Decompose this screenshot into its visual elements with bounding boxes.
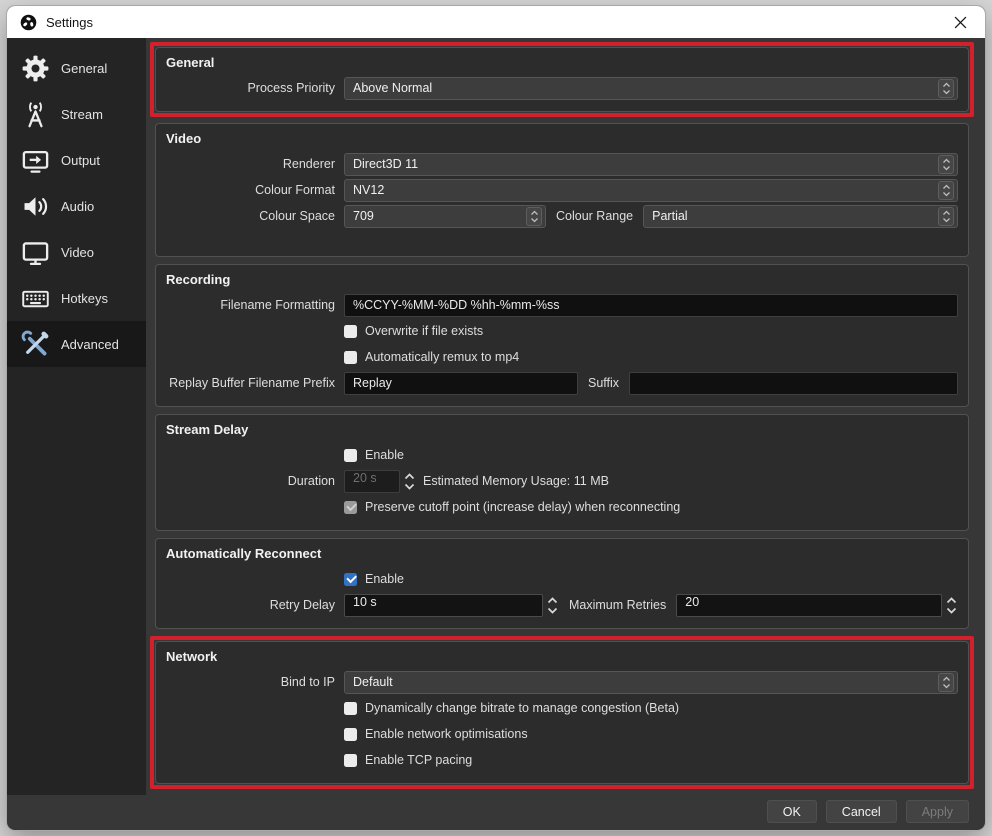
spinner-arrows-icon[interactable] — [945, 595, 958, 616]
max-retries-label: Maximum Retries — [559, 598, 676, 612]
remux-checkbox[interactable] — [344, 351, 357, 364]
tcp-pacing-label: Enable TCP pacing — [365, 753, 472, 767]
section-recording: Recording Filename Formatting Overwrite … — [155, 264, 969, 407]
section-network: Network Bind to IP Default — [155, 641, 969, 784]
replay-suffix-input[interactable] — [629, 372, 958, 395]
highlight-box-general: General Process Priority Above Normal — [150, 42, 974, 117]
sidebar-item-advanced[interactable]: Advanced — [7, 321, 146, 367]
max-retries-spinbox[interactable]: 20 — [676, 594, 942, 617]
broadcast-icon — [15, 99, 55, 130]
settings-panel: General Process Priority Above Normal — [146, 38, 985, 830]
dynamic-bitrate-checkbox[interactable] — [344, 702, 357, 715]
overwrite-checkbox[interactable] — [344, 325, 357, 338]
network-optimisations-checkbox[interactable] — [344, 728, 357, 741]
chevron-updown-icon[interactable] — [938, 155, 954, 174]
chevron-updown-icon[interactable] — [938, 673, 954, 692]
cancel-button[interactable]: Cancel — [826, 800, 897, 823]
spinner-arrows-icon[interactable] — [546, 595, 559, 616]
monitor-arrow-icon — [15, 145, 55, 176]
section-title-network: Network — [166, 649, 958, 664]
section-video: Video Renderer Direct3D 11 Colour Format — [155, 123, 969, 257]
colour-space-label: Colour Space — [166, 209, 344, 223]
renderer-select[interactable]: Direct3D 11 — [344, 153, 958, 176]
window-title: Settings — [46, 15, 943, 30]
filename-formatting-label: Filename Formatting — [166, 298, 344, 312]
stream-delay-enable-label: Enable — [365, 448, 404, 462]
ok-button[interactable]: OK — [767, 800, 817, 823]
obs-logo-icon — [20, 14, 37, 31]
colour-format-select[interactable]: NV12 — [344, 179, 958, 202]
preserve-cutoff-label: Preserve cutoff point (increase delay) w… — [365, 500, 680, 514]
replay-prefix-input[interactable] — [344, 372, 578, 395]
chevron-updown-icon[interactable] — [938, 181, 954, 200]
filename-formatting-input[interactable] — [344, 294, 958, 317]
tools-icon — [15, 329, 55, 360]
replay-suffix-label: Suffix — [578, 376, 629, 390]
section-title-stream-delay: Stream Delay — [166, 422, 958, 437]
close-icon[interactable] — [943, 9, 977, 35]
memory-usage-label: Estimated Memory Usage: 11 MB — [416, 474, 619, 488]
colour-range-label: Colour Range — [546, 209, 643, 223]
retry-delay-spinbox[interactable]: 10 s — [344, 594, 543, 617]
colour-range-select[interactable]: Partial — [643, 205, 958, 228]
settings-window: Settings — [7, 6, 985, 830]
section-title-recording: Recording — [166, 272, 958, 287]
retry-delay-label: Retry Delay — [166, 598, 344, 612]
remux-label: Automatically remux to mp4 — [365, 350, 519, 364]
spinner-arrows-icon — [403, 471, 416, 492]
sidebar-item-audio[interactable]: Audio — [7, 183, 146, 229]
chevron-updown-icon[interactable] — [526, 207, 542, 226]
sidebar-item-hotkeys[interactable]: Hotkeys — [7, 275, 146, 321]
section-general: General Process Priority Above Normal — [155, 47, 969, 112]
section-title-video: Video — [166, 131, 958, 146]
replay-prefix-label: Replay Buffer Filename Prefix — [166, 376, 344, 390]
duration-spinbox: 20 s — [344, 470, 400, 493]
sidebar-item-output[interactable]: Output — [7, 137, 146, 183]
reconnect-enable-checkbox[interactable] — [344, 573, 357, 586]
section-title-auto-reconnect: Automatically Reconnect — [166, 546, 958, 561]
process-priority-select[interactable]: Above Normal — [344, 77, 958, 100]
reconnect-enable-label: Enable — [365, 572, 404, 586]
chevron-updown-icon[interactable] — [938, 79, 954, 98]
sidebar-item-stream[interactable]: Stream — [7, 91, 146, 137]
sidebar: General Stream — [7, 38, 146, 795]
speaker-icon — [15, 191, 55, 222]
network-optimisations-label: Enable network optimisations — [365, 727, 528, 741]
dynamic-bitrate-label: Dynamically change bitrate to manage con… — [365, 701, 679, 715]
bind-ip-label: Bind to IP — [166, 675, 344, 689]
monitor-icon — [15, 237, 55, 268]
section-auto-reconnect: Automatically Reconnect Enable Retry Del… — [155, 538, 969, 629]
stream-delay-enable-checkbox[interactable] — [344, 449, 357, 462]
renderer-label: Renderer — [166, 157, 344, 171]
sidebar-item-video[interactable]: Video — [7, 229, 146, 275]
process-priority-label: Process Priority — [166, 81, 344, 95]
section-stream-delay: Stream Delay Enable Duration 20 s — [155, 414, 969, 531]
colour-format-label: Colour Format — [166, 183, 344, 197]
sidebar-item-general[interactable]: General — [7, 45, 146, 91]
dialog-buttons: OK Cancel Apply — [767, 800, 969, 823]
chevron-updown-icon[interactable] — [938, 207, 954, 226]
bind-ip-select[interactable]: Default — [344, 671, 958, 694]
colour-space-select[interactable]: 709 — [344, 205, 546, 228]
keyboard-icon — [15, 283, 55, 314]
tcp-pacing-checkbox[interactable] — [344, 754, 357, 767]
highlight-box-network: Network Bind to IP Default — [150, 636, 974, 789]
duration-label: Duration — [166, 474, 344, 488]
preserve-cutoff-checkbox — [344, 501, 357, 514]
apply-button: Apply — [906, 800, 969, 823]
desktop: Settings — [0, 0, 992, 836]
overwrite-label: Overwrite if file exists — [365, 324, 483, 338]
section-title-general: General — [166, 55, 958, 70]
gear-icon — [15, 53, 55, 84]
titlebar: Settings — [7, 6, 985, 38]
